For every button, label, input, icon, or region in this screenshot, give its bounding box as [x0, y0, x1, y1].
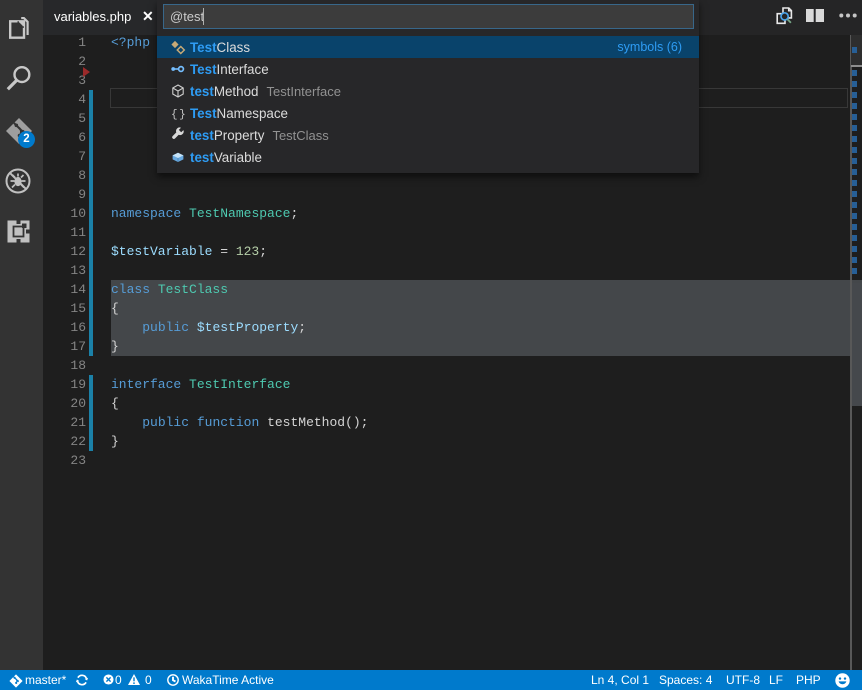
svg-text:{}: {} [171, 109, 186, 121]
